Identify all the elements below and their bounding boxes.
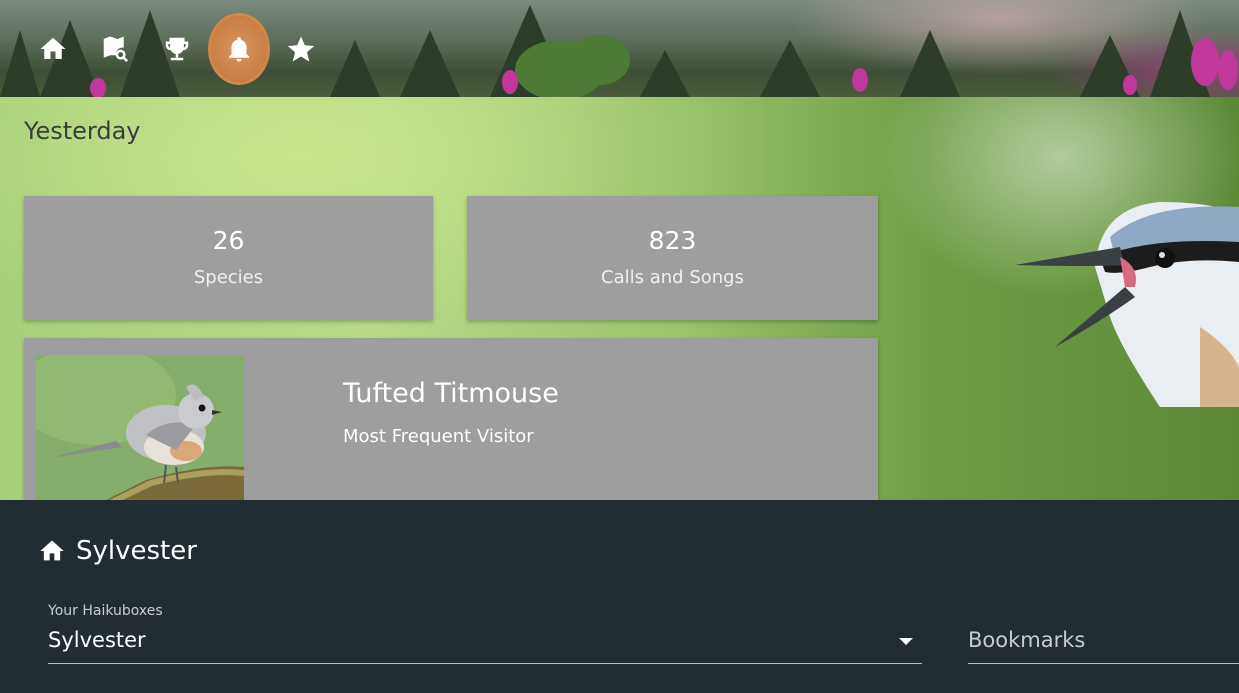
nav-map-search-button[interactable] (84, 18, 146, 80)
haikubox-title: Sylvester (38, 536, 197, 566)
calls-label: Calls and Songs (601, 267, 744, 288)
calls-count: 823 (648, 226, 697, 255)
app-page: Yesterday 26 Species 823 Calls and Songs (0, 0, 1239, 693)
chevron-down-icon (899, 638, 913, 645)
top-nav-banner (0, 0, 1239, 97)
nav-notifications-button[interactable] (208, 13, 270, 85)
bookmarks-placeholder: Bookmarks (968, 628, 1086, 652)
haikubox-panel: Sylvester Your Haikuboxes Sylvester Book… (0, 500, 1239, 693)
species-label: Species (193, 267, 264, 288)
haikubox-select[interactable]: Sylvester (48, 626, 922, 664)
haikubox-select-label: Your Haikuboxes (48, 603, 163, 619)
active-indicator (208, 13, 270, 85)
visitor-name: Tufted Titmouse (343, 378, 559, 409)
nav-trophy-button[interactable] (146, 18, 208, 80)
map-search-icon (103, 36, 129, 63)
bell-icon (229, 37, 249, 62)
section-title: Yesterday (24, 117, 141, 145)
nuthatch-image (1015, 202, 1239, 407)
top-visitor-card[interactable]: Tufted Titmouse Most Frequent Visitor (24, 338, 878, 500)
calls-stat-card[interactable]: 823 Calls and Songs (467, 196, 878, 320)
visitor-subtitle: Most Frequent Visitor (343, 426, 534, 447)
haikubox-select-value: Sylvester (48, 628, 146, 652)
trophy-icon (165, 37, 189, 61)
nav-favorites-button[interactable] (270, 18, 332, 80)
star-icon (287, 36, 315, 62)
titmouse-image (36, 355, 244, 500)
main-nav (22, 13, 332, 85)
home-icon (40, 540, 64, 561)
species-count: 26 (212, 226, 245, 255)
bookmarks-select[interactable]: Bookmarks (968, 626, 1239, 664)
nav-home-button[interactable] (22, 18, 84, 80)
species-stat-card[interactable]: 26 Species (24, 196, 433, 320)
home-icon (40, 37, 66, 59)
bird-photo (36, 355, 244, 500)
haikubox-name: Sylvester (76, 536, 197, 566)
summary-section: Yesterday 26 Species 823 Calls and Songs (0, 97, 1239, 500)
